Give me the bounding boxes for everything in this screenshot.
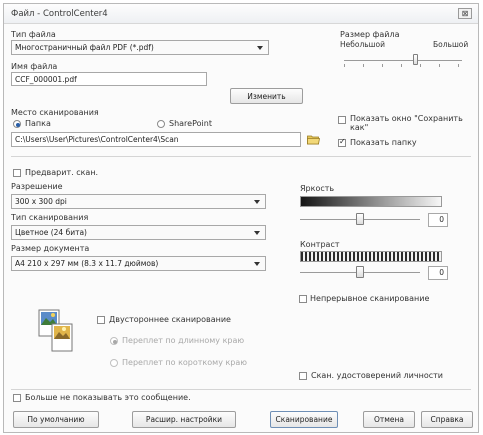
chevron-down-icon [254, 200, 260, 204]
help-button[interactable]: Справка [421, 411, 473, 428]
close-icon[interactable]: ⊠ [458, 8, 472, 19]
resolution-select[interactable]: 300 x 300 dpi [11, 194, 266, 209]
show-save-as-label: Показать окно "Сохранить как" [350, 114, 463, 132]
long-edge-radio[interactable] [110, 337, 118, 345]
window-title: Файл - ControlCenter4 [11, 9, 108, 19]
scan-type-select[interactable]: Цветное (24 бита) [11, 225, 266, 240]
folder-browse-icon[interactable] [307, 134, 320, 145]
file-size-slider-track[interactable] [344, 60, 462, 61]
file-size-slider-ticks [344, 64, 462, 67]
continuous-scan-checkbox[interactable] [299, 295, 307, 303]
scan-location-label: Место сканирования [11, 108, 99, 117]
duplex-label: Двустороннее сканирование [109, 315, 231, 324]
folder-icon [307, 135, 320, 145]
sharepoint-radio[interactable] [157, 120, 165, 128]
resolution-label: Разрешение [11, 182, 63, 191]
show-folder-label: Показать папку [350, 138, 417, 147]
show-folder-checkbox[interactable] [338, 137, 346, 147]
cancel-button[interactable]: Отмена [363, 411, 415, 428]
duplex-checkbox[interactable] [97, 316, 105, 324]
scan-path-input[interactable]: C:\Users\User\Pictures\ControlCenter4\Sc… [11, 132, 301, 147]
file-size-slider-thumb[interactable] [412, 54, 418, 65]
file-size-small-label: Небольшой [340, 40, 386, 49]
document-pages-icon [38, 309, 73, 352]
contrast-value-input[interactable]: 0 [428, 266, 448, 280]
file-type-select[interactable]: Многостраничный файл PDF (*.pdf) [11, 40, 269, 55]
scan-type-label: Тип сканирования [11, 213, 89, 222]
prescan-checkbox[interactable] [13, 169, 21, 177]
brightness-gradient-bar [300, 196, 442, 207]
change-button[interactable]: Изменить [230, 88, 303, 104]
title-bar: Файл - ControlCenter4 ⊠ [4, 4, 478, 24]
brightness-slider-thumb[interactable] [356, 213, 364, 225]
divider [11, 156, 471, 157]
contrast-pattern-bar [300, 251, 442, 262]
dont-show-checkbox[interactable] [13, 394, 21, 402]
chevron-down-icon [257, 46, 263, 50]
id-card-scan-checkbox[interactable] [299, 372, 307, 380]
short-edge-label: Переплет по короткому краю [122, 358, 248, 367]
brightness-value-input[interactable]: 0 [428, 213, 448, 227]
scan-button[interactable]: Сканирование [270, 411, 338, 428]
file-size-large-label: Большой [433, 40, 469, 49]
dont-show-label: Больше не показывать это сообщение. [25, 393, 191, 402]
id-card-scan-label: Скан. удостоверений личности [311, 371, 443, 380]
file-size-label: Размер файла [340, 30, 400, 39]
file-type-label: Тип файла [11, 30, 56, 39]
short-edge-radio[interactable] [110, 359, 118, 367]
file-name-input[interactable]: CCF_000001.pdf [11, 72, 207, 86]
document-size-select[interactable]: A4 210 x 297 мм (8.3 x 11.7 дюймов) [11, 256, 266, 271]
scan-settings-dialog: Файл - ControlCenter4 ⊠ Тип файла Многос… [3, 3, 479, 433]
duplex-pages-icon [38, 309, 74, 353]
document-size-label: Размер документа [11, 244, 90, 253]
folder-radio-label: Папка [25, 119, 51, 128]
scan-type-value: Цветное (24 бита) [15, 228, 87, 237]
prescan-label: Предварит. скан. [25, 168, 99, 177]
continuous-scan-label: Непрерывное сканирование [310, 294, 430, 303]
chevron-down-icon [254, 231, 260, 235]
document-size-value: A4 210 x 297 мм (8.3 x 11.7 дюймов) [15, 259, 159, 268]
default-button[interactable]: По умолчанию [13, 411, 99, 428]
contrast-label: Контраст [300, 240, 340, 249]
chevron-down-icon [254, 262, 260, 266]
sharepoint-radio-label: SharePoint [169, 119, 212, 128]
file-type-value: Многостраничный файл PDF (*.pdf) [15, 43, 154, 52]
folder-radio[interactable] [13, 120, 21, 128]
long-edge-label: Переплет по длинному краю [122, 336, 245, 345]
brightness-label: Яркость [300, 184, 335, 193]
divider [11, 389, 471, 390]
resolution-value: 300 x 300 dpi [15, 197, 67, 206]
show-save-as-checkbox[interactable] [338, 116, 346, 124]
file-name-label: Имя файла [11, 62, 58, 71]
contrast-slider-thumb[interactable] [356, 266, 364, 278]
advanced-settings-button[interactable]: Расшир. настройки [132, 411, 236, 428]
